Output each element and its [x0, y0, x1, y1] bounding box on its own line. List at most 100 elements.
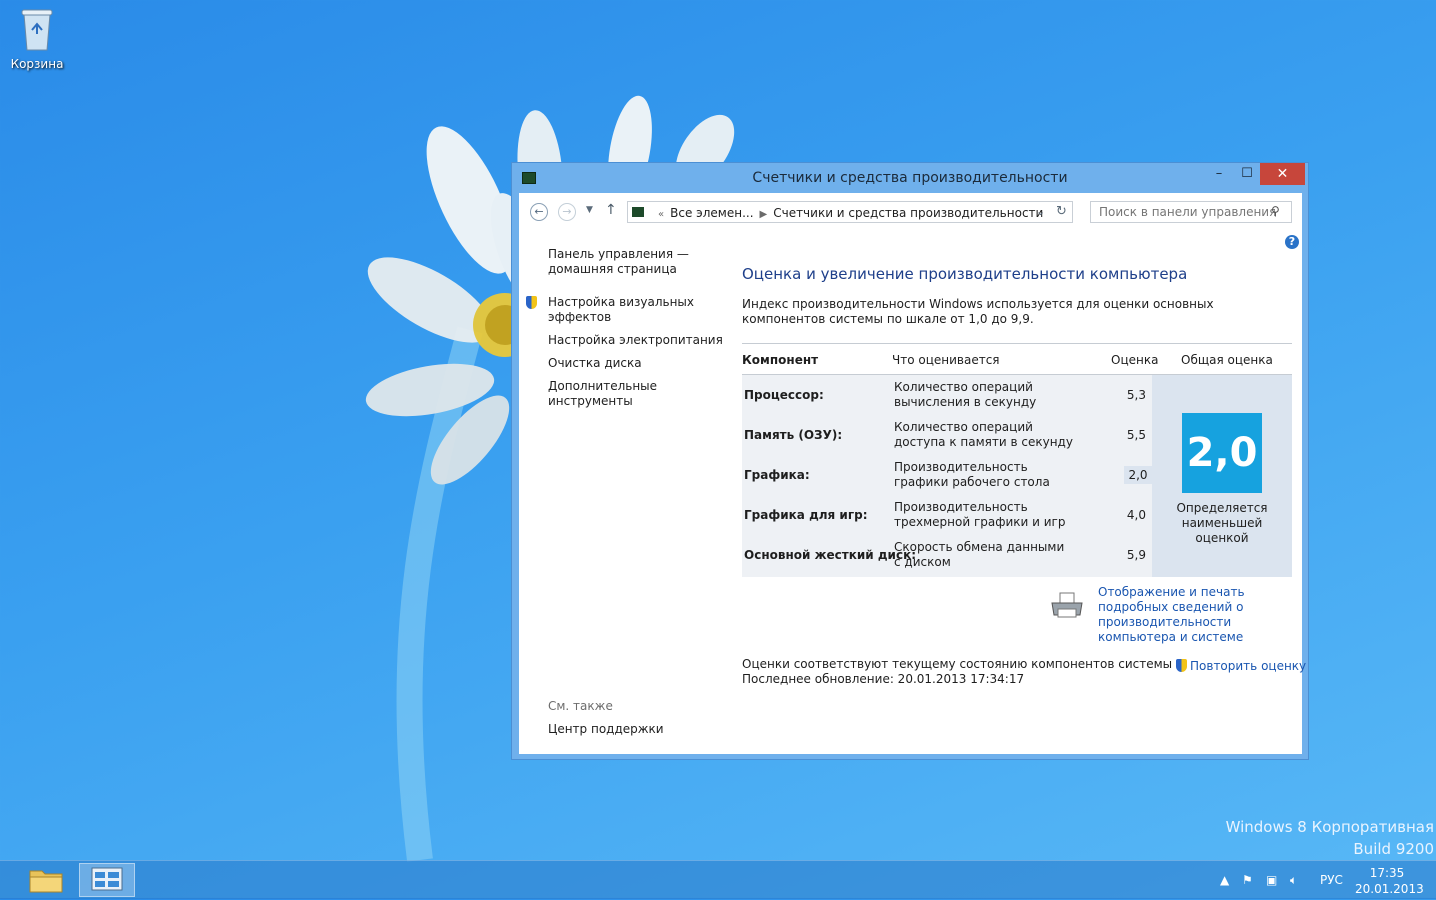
disk-cleanup-link[interactable]: Очистка диска — [548, 356, 642, 371]
address-bar[interactable]: « Все элемен... ▶ Счетчики и средства произ… — [627, 201, 1073, 223]
performance-icon — [91, 867, 123, 891]
forward-button[interactable]: → — [558, 203, 576, 221]
close-button[interactable]: ✕ — [1260, 163, 1305, 185]
recycle-bin-label: Корзина — [10, 57, 64, 71]
table-row: Процессор: Количество операций вычислени… — [742, 375, 1152, 415]
intro-text: Индекс производительности Windows исполь… — [742, 297, 1214, 326]
performance-location-icon — [632, 207, 644, 217]
component-description: Скорость обмена данными с диском — [894, 540, 1065, 569]
component-name: Графика для игр: — [744, 508, 868, 522]
performance-window: Счетчики и средства производительности –… — [511, 162, 1309, 760]
control-panel-home-line1: Панель управления — — [548, 247, 689, 261]
uac-shield-icon — [1176, 659, 1187, 672]
back-button[interactable]: ← — [530, 203, 548, 221]
base-score-caption: Определяется наименьшей оценкой — [1176, 501, 1268, 545]
recycle-bin-icon — [21, 9, 53, 51]
printer-icon — [1051, 592, 1083, 618]
component-score: 5,5 — [1126, 428, 1146, 442]
breadcrumb-separator-icon[interactable]: ▶ — [760, 209, 768, 220]
clock-date: 20.01.2013 — [1355, 882, 1424, 896]
os-watermark: Windows 8 Корпоративная Build 9200 — [1226, 816, 1434, 860]
control-panel-home-line2: домашняя страница — [548, 262, 677, 276]
base-score-panel: 2,0 Определяется наименьшей оценкой — [1152, 375, 1292, 577]
rerun-assessment-label: Повторить оценку — [1190, 659, 1307, 673]
column-total: Общая оценка — [1181, 353, 1273, 367]
volume-icon[interactable]: 🔈︎ — [1290, 873, 1297, 888]
chevron-down-icon: ▼ — [586, 205, 593, 215]
address-dropdown-icon[interactable]: ⌄ — [1036, 205, 1045, 218]
column-score: Оценка — [1111, 353, 1159, 367]
search-icon[interactable]: ⚲ — [1271, 204, 1280, 218]
action-center-link[interactable]: Центр поддержки — [548, 722, 664, 736]
minimize-button[interactable]: – — [1204, 163, 1234, 185]
component-description: Количество операций доступа к памяти в с… — [894, 420, 1073, 449]
taskbar-clock[interactable]: 17:35 20.01.2013 — [1355, 865, 1424, 897]
taskbar-file-explorer[interactable] — [18, 863, 74, 897]
watermark-edition: Windows 8 Корпоративная — [1225, 818, 1434, 836]
component-description: Производительность графики рабочего стол… — [894, 460, 1050, 489]
recent-locations-button[interactable]: ▼ — [586, 205, 593, 215]
component-description: Производительность трехмерной графики и … — [894, 500, 1066, 529]
input-language[interactable]: РУС — [1320, 873, 1343, 887]
table-row: Основной жесткий диск: Скорость обмена д… — [742, 535, 1152, 575]
arrow-up-icon: ↑ — [605, 202, 617, 218]
base-score-tile: 2,0 — [1182, 413, 1262, 493]
clock-time: 17:35 — [1369, 866, 1405, 880]
component-name: Память (ОЗУ): — [744, 428, 843, 442]
status-last-update: Последнее обновление: 20.01.2013 17:34:1… — [742, 672, 1025, 686]
title-bar[interactable]: Счетчики и средства производительности –… — [512, 163, 1308, 193]
help-icon[interactable]: ? — [1285, 235, 1299, 249]
component-score-lowest: 2,0 — [1124, 466, 1152, 484]
table-row: Память (ОЗУ): Количество операций доступ… — [742, 415, 1152, 455]
component-name: Процессор: — [744, 388, 824, 402]
refresh-icon[interactable]: ↻ — [1056, 204, 1067, 219]
visual-effects-line2: эффектов — [548, 310, 612, 324]
search-input[interactable] — [1091, 202, 1275, 222]
component-score: 5,3 — [1126, 388, 1146, 402]
table-row: Графика: Производительность графики рабо… — [742, 455, 1152, 495]
taskbar-performance-window[interactable] — [79, 863, 135, 897]
component-description: Количество операций вычисления в секунду — [894, 380, 1037, 409]
recycle-bin-shortcut[interactable]: Корзина — [8, 6, 66, 71]
score-table-body: Процессор: Количество операций вычислени… — [742, 375, 1152, 577]
arrow-right-icon: → — [562, 205, 572, 218]
breadcrumb-overflow-icon[interactable]: « — [658, 209, 664, 220]
score-table: Компонент Что оценивается Оценка Общая о… — [742, 343, 1292, 577]
arrow-left-icon: ← — [534, 205, 544, 218]
show-hidden-icons-icon[interactable]: ▲ — [1220, 873, 1229, 887]
watermark-build: Build 9200 — [1353, 840, 1434, 858]
control-panel-home-link[interactable]: Панель управления — домашняя страница — [548, 247, 689, 277]
window-title: Счетчики и средства производительности — [752, 170, 1068, 186]
page-title: Оценка и увеличение производительности к… — [742, 265, 1188, 283]
taskbar: ▲ ⚑ ▣ 🔈︎ РУС 17:35 20.01.2013 — [0, 860, 1436, 899]
uac-shield-icon — [526, 296, 537, 309]
network-icon[interactable]: ▣ — [1266, 873, 1277, 887]
up-button[interactable]: ↑ — [605, 202, 617, 218]
component-name: Графика: — [744, 468, 810, 482]
window-client: ← → ▼ ↑ « Все элемен... ▶ Счетчики и средст… — [519, 193, 1306, 754]
breadcrumb-all-items[interactable]: Все элемен... — [670, 206, 753, 220]
breadcrumb-current[interactable]: Счетчики и средства производительности — [773, 206, 1043, 220]
maximize-button[interactable]: ☐ — [1232, 163, 1262, 185]
component-score: 4,0 — [1126, 508, 1146, 522]
column-what: Что оценивается — [892, 353, 1000, 367]
rerun-assessment-link[interactable]: Повторить оценку — [1176, 657, 1306, 673]
visual-effects-link[interactable]: Настройка визуальных эффектов — [526, 295, 695, 325]
advanced-tools-link[interactable]: Дополнительные инструменты — [548, 379, 657, 409]
table-row: Графика для игр: Производительность трех… — [742, 495, 1152, 535]
score-table-header: Компонент Что оценивается Оценка Общая о… — [742, 343, 1292, 375]
visual-effects-line1: Настройка визуальных — [548, 295, 695, 309]
score-status: Оценки соответствуют текущему состоянию … — [742, 657, 1172, 687]
advanced-tools-line2: инструменты — [548, 394, 633, 408]
breadcrumb: « Все элемен... ▶ Счетчики и средства произ… — [652, 206, 1043, 220]
power-options-link[interactable]: Настройка электропитания — [548, 333, 723, 348]
action-center-flag-icon[interactable]: ⚑ — [1242, 873, 1253, 887]
navigation-bar: ← → ▼ ↑ « Все элемен... ▶ Счетчики и средст… — [519, 193, 1302, 231]
folder-icon — [29, 870, 63, 893]
component-score: 5,9 — [1126, 548, 1146, 562]
advanced-tools-line1: Дополнительные — [548, 379, 658, 393]
print-details-link[interactable]: Отображение и печать подробных сведений … — [1098, 585, 1294, 645]
search-box: ⚲ — [1090, 201, 1292, 223]
column-component: Компонент — [742, 353, 819, 367]
see-also-heading: См. также — [548, 699, 613, 713]
